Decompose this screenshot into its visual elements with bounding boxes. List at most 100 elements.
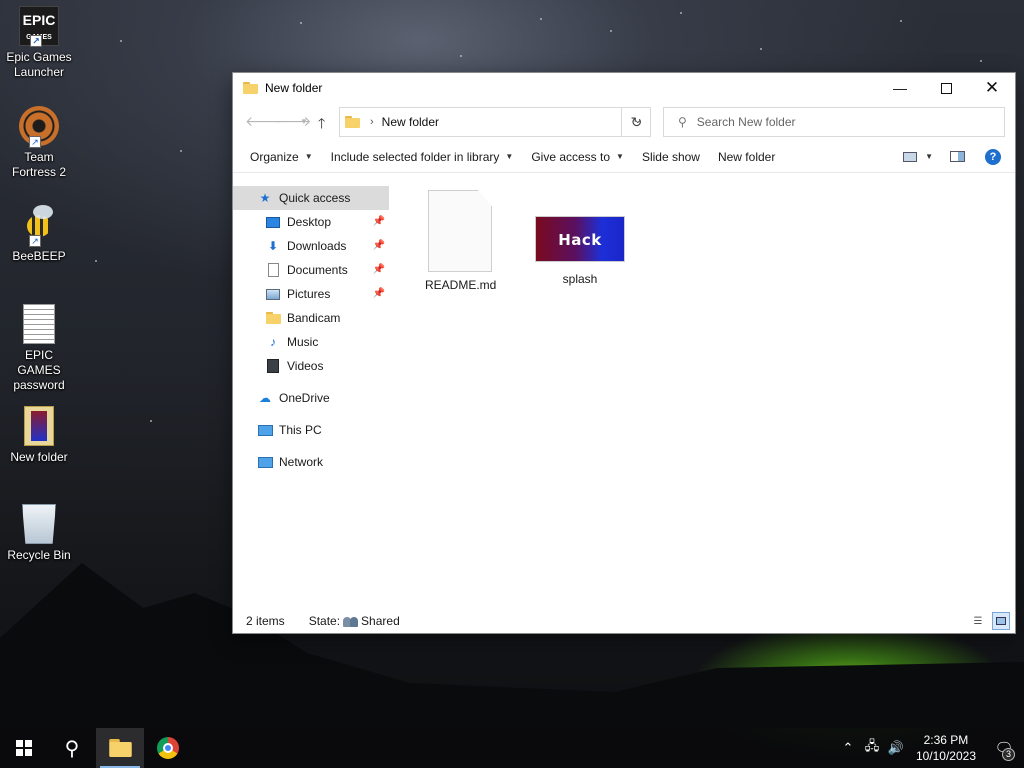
file-item[interactable]: Hack BGRT splash xyxy=(535,190,625,295)
taskbar-chrome[interactable] xyxy=(144,728,192,768)
volume-icon[interactable]: 🔊 xyxy=(884,740,908,756)
slide-show-button[interactable]: Slide show xyxy=(642,150,700,164)
large-icons-view-button[interactable] xyxy=(992,612,1010,630)
state-label: State: xyxy=(308,614,341,628)
desktop-icon-label: Recycle Bin xyxy=(7,548,71,562)
pin-icon[interactable]: 📌 xyxy=(373,216,385,227)
chevron-up-icon[interactable]: ⌃ xyxy=(836,740,860,756)
include-label: Include selected folder in library xyxy=(330,149,500,164)
shortcut-arrow-icon: ↗ xyxy=(29,136,41,148)
desktop-icon-label: Team Fortress 2 xyxy=(11,150,66,179)
pin-icon[interactable]: 📌 xyxy=(373,264,385,275)
nav-videos[interactable]: Videos xyxy=(233,354,389,378)
details-view-button[interactable]: ☰ xyxy=(969,612,987,630)
desktop-icon-recycle-bin[interactable]: Recycle Bin xyxy=(2,504,76,563)
desktop-icon-team-fortress[interactable]: ↗ Team Fortress 2 xyxy=(2,106,76,180)
nav-onedrive[interactable]: ☁ OneDrive xyxy=(233,386,389,410)
organize-menu[interactable]: Organize ▼ xyxy=(250,150,313,164)
cloud-icon: ☁ xyxy=(259,391,271,405)
recent-locations-button[interactable]: ▼ xyxy=(300,117,308,126)
nav-this-pc[interactable]: This PC xyxy=(233,418,389,442)
file-explorer-icon xyxy=(108,739,132,757)
shortcut-arrow-icon: ↗ xyxy=(30,35,42,47)
caret-down-icon: ▼ xyxy=(616,152,624,161)
chrome-icon xyxy=(157,737,179,759)
state-value: Shared xyxy=(361,614,400,628)
file-explorer-window: New folder — ✕ 🡐 🡒 ▼ 🡑 › New folder ⌄ ↻ … xyxy=(232,72,1016,634)
nav-label: Bandicam xyxy=(287,311,341,325)
search-box[interactable]: ⚲ xyxy=(663,107,1005,137)
file-name: splash xyxy=(562,272,598,286)
clock-date: 10/10/2023 xyxy=(915,749,976,763)
pin-icon[interactable]: 📌 xyxy=(373,288,385,299)
desktop-icon-epic-password[interactable]: EPIC GAMES password xyxy=(2,304,76,393)
title-bar[interactable]: New folder — ✕ xyxy=(233,73,1015,103)
maximize-button[interactable] xyxy=(923,73,969,103)
nav-quick-access[interactable]: ★ Quick access xyxy=(233,186,389,210)
minimize-button[interactable]: — xyxy=(877,73,923,103)
refresh-button[interactable]: ↻ xyxy=(621,107,651,137)
file-item[interactable]: README.md xyxy=(425,190,496,292)
image-thumbnail: Hack BGRT xyxy=(535,216,625,295)
help-button[interactable]: ? xyxy=(985,149,1001,165)
caret-down-icon: ▼ xyxy=(925,152,933,161)
change-view-button[interactable]: ▼ xyxy=(903,151,933,162)
bee-icon: ↗ xyxy=(19,205,59,247)
pictures-icon xyxy=(266,288,280,300)
breadcrumb-separator: › xyxy=(370,116,374,128)
close-icon: ✕ xyxy=(984,78,1000,97)
nav-desktop[interactable]: Desktop 📌 xyxy=(233,210,389,234)
organize-label: Organize xyxy=(250,149,299,164)
shared-users-icon xyxy=(343,615,359,627)
epic-games-icon: EPIC GAMES ↗ xyxy=(19,6,59,47)
file-list: README.md Hack BGRT splash xyxy=(389,176,1015,606)
search-input[interactable] xyxy=(696,115,977,129)
details-view-icon: ☰ xyxy=(973,615,983,627)
desktop-icon-new-folder[interactable]: New folder xyxy=(2,406,76,465)
refresh-icon: ↻ xyxy=(630,113,643,130)
preview-pane-button[interactable] xyxy=(950,151,965,162)
nav-music[interactable]: ♪ Music xyxy=(233,330,389,354)
window-title: New folder xyxy=(265,81,323,95)
nav-bandicam[interactable]: Bandicam xyxy=(233,306,389,330)
address-bar[interactable]: › New folder ⌄ xyxy=(339,107,651,137)
network-icon[interactable]: 🖧 xyxy=(860,737,884,759)
network-icon xyxy=(257,456,273,468)
desktop-icon xyxy=(266,216,280,228)
nav-label: Downloads xyxy=(287,239,347,253)
caret-down-icon: ▼ xyxy=(304,152,313,161)
item-count: 2 items xyxy=(246,614,285,628)
nav-downloads[interactable]: ⬇ Downloads 📌 xyxy=(233,234,389,258)
nav-label: Videos xyxy=(287,359,324,373)
desktop-icon-label: EPIC GAMES password xyxy=(13,348,65,392)
share-state: State: Shared xyxy=(309,614,400,628)
new-folder-button[interactable]: New folder xyxy=(718,150,775,164)
pin-icon[interactable]: 📌 xyxy=(373,240,385,251)
caret-down-icon: ▼ xyxy=(505,152,514,161)
action-center-button[interactable]: 🗨 3 xyxy=(984,728,1024,768)
slide-show-label: Slide show xyxy=(641,149,700,164)
breadcrumb-current[interactable]: New folder xyxy=(382,115,439,129)
start-button[interactable] xyxy=(0,728,48,768)
nav-label: Pictures xyxy=(287,287,331,301)
close-button[interactable]: ✕ xyxy=(969,73,1015,103)
nav-documents[interactable]: Documents 📌 xyxy=(233,258,389,282)
search-button[interactable]: ⚲ xyxy=(48,728,96,768)
navigation-pane: ★ Quick access Desktop 📌 ⬇ Downloads 📌 D… xyxy=(233,186,389,606)
desktop-icon-epic-games[interactable]: EPIC GAMES ↗ Epic Games Launcher xyxy=(2,6,76,80)
clock[interactable]: 2:36 PM 10/10/2023 xyxy=(916,732,976,764)
nav-pictures[interactable]: Pictures 📌 xyxy=(233,282,389,306)
nav-label: Music xyxy=(287,335,319,349)
videos-icon xyxy=(267,359,279,373)
up-button[interactable]: 🡑 xyxy=(318,113,325,137)
give-access-menu[interactable]: Give access to ▼ xyxy=(531,150,624,164)
command-bar: Organize ▼ Include selected folder in li… xyxy=(233,141,1015,173)
minimize-icon: — xyxy=(893,80,907,96)
desktop-icon-beebeep[interactable]: ↗ BeeBEEP xyxy=(2,205,76,264)
nav-network[interactable]: Network xyxy=(233,450,389,474)
include-in-library-menu[interactable]: Include selected folder in library ▼ xyxy=(331,150,514,164)
team-fortress-icon: ↗ xyxy=(19,106,59,148)
taskbar-file-explorer[interactable] xyxy=(96,728,144,768)
